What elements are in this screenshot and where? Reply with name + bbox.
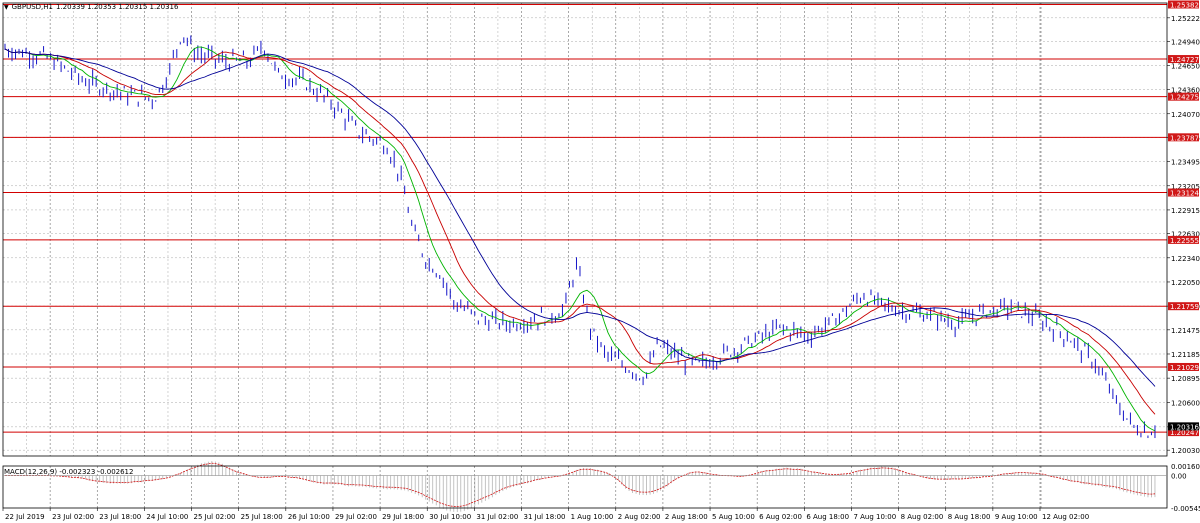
macd-tick-label: 0.00 <box>1171 473 1187 481</box>
price-tick-label: 1.20030 <box>1171 447 1200 455</box>
symbol-label: GBPUSD,H1 <box>11 3 53 11</box>
time-tick-label: 30 Jul 10:00 <box>429 513 471 521</box>
time-tick-label: 1 Aug 10:00 <box>571 513 614 521</box>
level-price-label: 1.22555 <box>1170 237 1199 245</box>
time-tick-label: 9 Aug 10:00 <box>995 513 1038 521</box>
ohlc-values: 1.20339 1.20353 1.20315 1.20316 <box>55 3 179 11</box>
level-price-label: 1.25382 <box>1170 1 1199 9</box>
time-tick-label: 31 Jul 02:00 <box>476 513 518 521</box>
macd-header: MACD(12,26,9) -0.002323 -0.002612 <box>4 468 134 476</box>
level-price-label: 1.21759 <box>1170 303 1199 311</box>
time-tick-label: 8 Aug 18:00 <box>948 513 991 521</box>
price-tick-label: 1.20895 <box>1171 375 1200 383</box>
time-tick-label: 23 Jul 02:00 <box>52 513 94 521</box>
price-tick-label: 1.21475 <box>1171 327 1200 335</box>
time-tick-label: 25 Jul 18:00 <box>241 513 283 521</box>
time-tick-label: 23 Jul 18:00 <box>99 513 141 521</box>
current-price-label: 1.20316 <box>1170 423 1199 431</box>
time-tick-label: 29 Jul 02:00 <box>335 513 377 521</box>
time-tick-label: 25 Jul 02:00 <box>194 513 236 521</box>
time-tick-label: 29 Jul 18:00 <box>382 513 424 521</box>
level-price-label: 1.23787 <box>1170 134 1199 142</box>
time-tick-label: 5 Aug 10:00 <box>712 513 755 521</box>
price-tick-label: 1.22915 <box>1171 207 1200 215</box>
time-tick-label: 22 Jul 2019 <box>5 513 45 521</box>
time-tick-label: 26 Jul 10:00 <box>288 513 330 521</box>
level-price-label: 1.24727 <box>1170 56 1199 64</box>
chart-background <box>0 0 1200 523</box>
dropdown-icon[interactable]: ▼ <box>4 3 9 12</box>
time-tick-label: 12 Aug 02:00 <box>1042 513 1089 521</box>
time-tick-label: 8 Aug 02:00 <box>901 513 944 521</box>
macd-tick-label: -0.005458 <box>1171 505 1200 513</box>
price-chart[interactable]: 1.252221.249401.246501.243601.240701.237… <box>0 0 1200 523</box>
price-tick-label: 1.22050 <box>1171 279 1200 287</box>
level-price-label: 1.23124 <box>1170 190 1199 198</box>
price-tick-label: 1.25222 <box>1171 15 1200 23</box>
time-tick-label: 6 Aug 18:00 <box>806 513 849 521</box>
time-tick-label: 6 Aug 02:00 <box>759 513 802 521</box>
price-tick-label: 1.24940 <box>1171 38 1200 46</box>
price-tick-label: 1.21185 <box>1171 351 1200 359</box>
time-tick-label: 2 Aug 18:00 <box>665 513 708 521</box>
price-tick-label: 1.20600 <box>1171 400 1200 408</box>
macd-tick-label: 0.001606 <box>1171 463 1200 471</box>
price-tick-label: 1.23495 <box>1171 159 1200 167</box>
price-tick-label: 1.24070 <box>1171 111 1200 119</box>
time-tick-label: 7 Aug 10:00 <box>853 513 896 521</box>
time-tick-label: 31 Jul 18:00 <box>524 513 566 521</box>
level-price-label: 1.21029 <box>1170 364 1199 372</box>
level-price-label: 1.24275 <box>1170 94 1199 102</box>
time-tick-label: 24 Jul 10:00 <box>146 513 188 521</box>
price-tick-label: 1.22340 <box>1171 255 1200 263</box>
time-tick-label: 2 Aug 02:00 <box>618 513 661 521</box>
chart-header: ▼ GBPUSD,H1 1.20339 1.20353 1.20315 1.20… <box>4 3 178 12</box>
